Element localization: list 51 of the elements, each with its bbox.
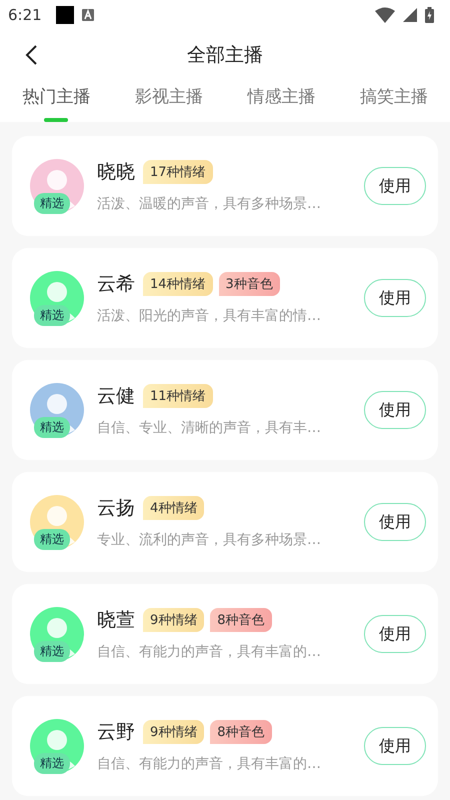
anchor-name: 晓萱	[97, 608, 135, 633]
featured-badge: 精选	[34, 305, 70, 326]
category-tab[interactable]: 情感主播	[241, 80, 322, 122]
category-tab[interactable]: 搞笑主播	[354, 80, 434, 122]
timbre-count-tag: 3种音色	[218, 272, 280, 296]
anchor-description: 自信、专业、清晰的声音，具有丰…	[97, 419, 322, 437]
use-button[interactable]: 使用	[364, 279, 426, 317]
emotion-count-tag: 11种情绪	[143, 384, 213, 408]
category-tab[interactable]: 影视主播	[128, 80, 209, 122]
emotion-count-tag: 17种情绪	[143, 160, 213, 184]
category-tab[interactable]: 热门主播	[16, 80, 96, 122]
anchor-description: 专业、流利的声音，具有多种场景…	[97, 531, 322, 549]
anchor-name: 云野	[97, 720, 135, 745]
back-button[interactable]	[24, 44, 38, 66]
anchor-card[interactable]: 精选 云健 11种情绪 自信、专业、清晰的声音，具有丰… 使用	[12, 360, 438, 460]
use-button[interactable]: 使用	[364, 615, 426, 653]
anchor-name: 云希	[97, 272, 135, 297]
keyboard-notification-icon	[82, 9, 94, 21]
anchor-card[interactable]: 精选 晓晓 17种情绪 活泼、温暖的声音，具有多种场景… 使用	[12, 136, 438, 236]
featured-badge: 精选	[34, 529, 70, 550]
use-button[interactable]: 使用	[364, 391, 426, 429]
featured-badge: 精选	[34, 753, 70, 774]
notification-icon	[56, 6, 74, 24]
anchor-card[interactable]: 精选 云扬 4种情绪 专业、流利的声音，具有多种场景… 使用	[12, 472, 438, 572]
featured-badge: 精选	[34, 193, 70, 214]
anchor-name: 云健	[97, 384, 135, 409]
anchor-card[interactable]: 精选 云野 9种情绪 8种音色 自信、有能力的声音，具有丰富的… 使用	[12, 696, 438, 796]
page-title: 全部主播	[187, 43, 263, 68]
anchor-name: 云扬	[97, 496, 135, 521]
use-button[interactable]: 使用	[364, 727, 426, 765]
anchor-description: 自信、有能力的声音，具有丰富的…	[97, 755, 322, 773]
anchor-description: 活泼、温暖的声音，具有多种场景…	[97, 195, 322, 213]
use-button[interactable]: 使用	[364, 503, 426, 541]
timbre-count-tag: 8种音色	[210, 608, 272, 632]
featured-badge: 精选	[34, 641, 70, 662]
emotion-count-tag: 4种情绪	[143, 496, 204, 520]
emotion-count-tag: 9种情绪	[143, 608, 204, 632]
anchor-card[interactable]: 精选 晓萱 9种情绪 8种音色 自信、有能力的声音，具有丰富的… 使用	[12, 584, 438, 684]
featured-badge: 精选	[34, 417, 70, 438]
anchor-description: 活泼、阳光的声音，具有丰富的情…	[97, 307, 322, 325]
use-button[interactable]: 使用	[364, 167, 426, 205]
anchor-description: 自信、有能力的声音，具有丰富的…	[97, 643, 322, 661]
status-time: 6:21	[8, 6, 42, 24]
timbre-count-tag: 8种音色	[210, 720, 272, 744]
anchor-card[interactable]: 精选 云希 14种情绪 3种音色 活泼、阳光的声音，具有丰富的情… 使用	[12, 248, 438, 348]
signal-icon	[403, 8, 417, 22]
emotion-count-tag: 9种情绪	[143, 720, 204, 744]
emotion-count-tag: 14种情绪	[143, 272, 213, 296]
battery-icon	[425, 7, 434, 23]
wifi-icon	[375, 7, 395, 23]
anchor-name: 晓晓	[97, 160, 135, 185]
